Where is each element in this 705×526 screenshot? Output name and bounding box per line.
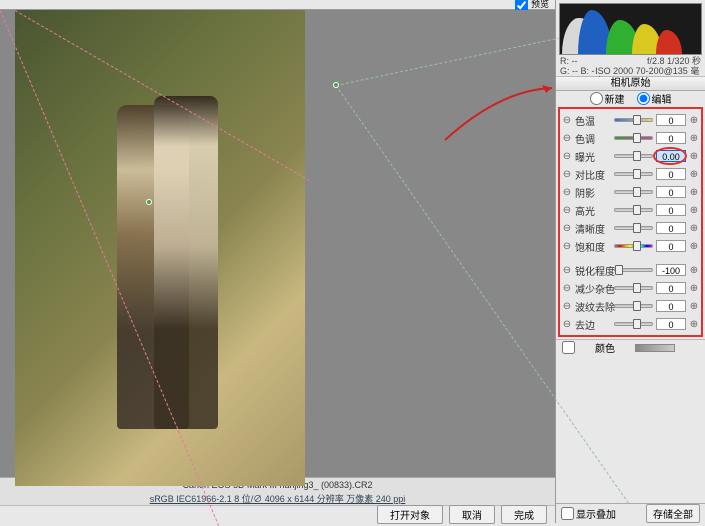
minus-icon[interactable]: ⊖ [562, 241, 572, 252]
slider-value[interactable]: 0 [656, 132, 686, 144]
slider-track[interactable] [614, 136, 653, 140]
overlay-toggle[interactable]: 显示叠加 [561, 506, 616, 521]
histogram[interactable] [559, 3, 702, 55]
slider-noise[interactable]: ⊖ 减少杂色 0 ⊕ [562, 279, 699, 297]
slider-defringe[interactable]: ⊖ 去边 0 ⊕ [562, 315, 699, 333]
annotation-arrow [440, 80, 560, 150]
plus-icon[interactable]: ⊕ [689, 187, 699, 198]
slider-track[interactable] [614, 322, 653, 326]
overlay-checkbox[interactable] [561, 507, 574, 520]
plus-icon[interactable]: ⊕ [689, 319, 699, 330]
plus-icon[interactable]: ⊕ [689, 223, 699, 234]
anchor-point[interactable] [146, 199, 152, 205]
minus-icon[interactable]: ⊖ [562, 187, 572, 198]
slider-value[interactable]: 0 [656, 186, 686, 198]
slider-shadow[interactable]: ⊖ 阴影 0 ⊕ [562, 183, 699, 201]
side-footer: 显示叠加 存储全部 [556, 503, 705, 523]
slider-moire[interactable]: ⊖ 波纹去除 0 ⊕ [562, 297, 699, 315]
plus-icon[interactable]: ⊕ [689, 151, 699, 162]
color-row: 颜色 [556, 339, 705, 355]
minus-icon[interactable]: ⊖ [562, 283, 572, 294]
minus-icon[interactable]: ⊖ [562, 151, 572, 162]
open-button[interactable]: 打开对象 [377, 505, 443, 524]
preview-area[interactable] [0, 10, 555, 477]
slider-value[interactable]: 0 [656, 204, 686, 216]
save-all-button[interactable]: 存储全部 [646, 504, 700, 523]
minus-icon[interactable]: ⊖ [562, 169, 572, 180]
plus-icon[interactable]: ⊕ [689, 115, 699, 126]
preview-toolbar: 预览 [0, 0, 555, 10]
slider-track[interactable] [614, 154, 653, 158]
minus-icon[interactable]: ⊖ [562, 223, 572, 234]
slider-value[interactable]: 0 [656, 222, 686, 234]
exposure-text: f/2.8 1/320 秒 [647, 56, 701, 66]
plus-icon[interactable]: ⊕ [689, 301, 699, 312]
anchor-point[interactable] [333, 82, 339, 88]
radio-new[interactable]: 新建 [590, 91, 625, 106]
minus-icon[interactable]: ⊖ [562, 205, 572, 216]
slider-sharpen[interactable]: ⊖ 锐化程度 -100 ⊕ [562, 261, 699, 279]
slider-value[interactable]: 0 [656, 300, 686, 312]
slider-value[interactable]: 0 [656, 114, 686, 126]
exif-meta: R: --f/2.8 1/320 秒 G: -- B: --ISO 2000 7… [556, 55, 705, 77]
slider-value[interactable]: 0 [656, 240, 686, 252]
slider-track[interactable] [614, 190, 653, 194]
plus-icon[interactable]: ⊕ [689, 205, 699, 216]
minus-icon[interactable]: ⊖ [562, 319, 572, 330]
plus-icon[interactable]: ⊕ [689, 133, 699, 144]
color-swatch[interactable] [635, 344, 675, 352]
slider-track[interactable] [614, 244, 653, 248]
slider-tint[interactable]: ⊖ 色调 0 ⊕ [562, 129, 699, 147]
slider-value[interactable]: -100 [656, 264, 686, 276]
bottom-button-row: 打开对象 取消 完成 [0, 505, 555, 523]
slider-value[interactable]: 0 [656, 168, 686, 180]
slider-track[interactable] [614, 286, 653, 290]
minus-icon[interactable]: ⊖ [562, 133, 572, 144]
slider-track[interactable] [614, 118, 653, 122]
plus-icon[interactable]: ⊕ [689, 283, 699, 294]
slider-saturation[interactable]: ⊖ 饱和度 0 ⊕ [562, 237, 699, 255]
side-panel: R: --f/2.8 1/320 秒 G: -- B: --ISO 2000 7… [555, 0, 705, 523]
slider-value-highlighted[interactable]: 0.00 [656, 150, 686, 162]
plus-icon[interactable]: ⊕ [689, 241, 699, 252]
radio-edit[interactable]: 编辑 [637, 91, 672, 106]
slider-contrast[interactable]: ⊖ 对比度 0 ⊕ [562, 165, 699, 183]
slider-track[interactable] [614, 208, 653, 212]
slider-exposure[interactable]: ⊖ 曝光 0.00 ⊕ [562, 147, 699, 165]
slider-value[interactable]: 0 [656, 282, 686, 294]
slider-track[interactable] [614, 226, 653, 230]
minus-icon[interactable]: ⊖ [562, 265, 572, 276]
panel-tab-header[interactable]: 相机原始 [556, 77, 705, 91]
slider-track[interactable] [614, 304, 653, 308]
preview-toggle-label: 预览 [531, 0, 549, 9]
image-info-link[interactable]: sRGB IEC61966-2.1 8 位/∅ 4096 x 6144 分辨率 … [0, 491, 555, 505]
photo-preview [15, 10, 305, 486]
preview-panel: 预览 Canon EOS 5D Mark III nanjing3_ (0083… [0, 0, 555, 523]
mode-radio-row: 新建 编辑 [556, 91, 705, 105]
slider-temp[interactable]: ⊖ 色温 0 ⊕ [562, 111, 699, 129]
done-button[interactable]: 完成 [501, 505, 547, 524]
slider-track[interactable] [614, 268, 653, 272]
color-checkbox[interactable] [562, 341, 575, 354]
minus-icon[interactable]: ⊖ [562, 301, 572, 312]
slider-value[interactable]: 0 [656, 318, 686, 330]
slider-clarity[interactable]: ⊖ 清晰度 0 ⊕ [562, 219, 699, 237]
color-label: 颜色 [595, 340, 615, 355]
plus-icon[interactable]: ⊕ [689, 265, 699, 276]
slider-highlight[interactable]: ⊖ 高光 0 ⊕ [562, 201, 699, 219]
cancel-button[interactable]: 取消 [449, 505, 495, 524]
plus-icon[interactable]: ⊕ [689, 169, 699, 180]
minus-icon[interactable]: ⊖ [562, 115, 572, 126]
sliders-group: ⊖ 色温 0 ⊕ ⊖ 色调 0 ⊕ ⊖ 曝光 0.00 ⊕ [558, 107, 703, 337]
slider-track[interactable] [614, 172, 653, 176]
